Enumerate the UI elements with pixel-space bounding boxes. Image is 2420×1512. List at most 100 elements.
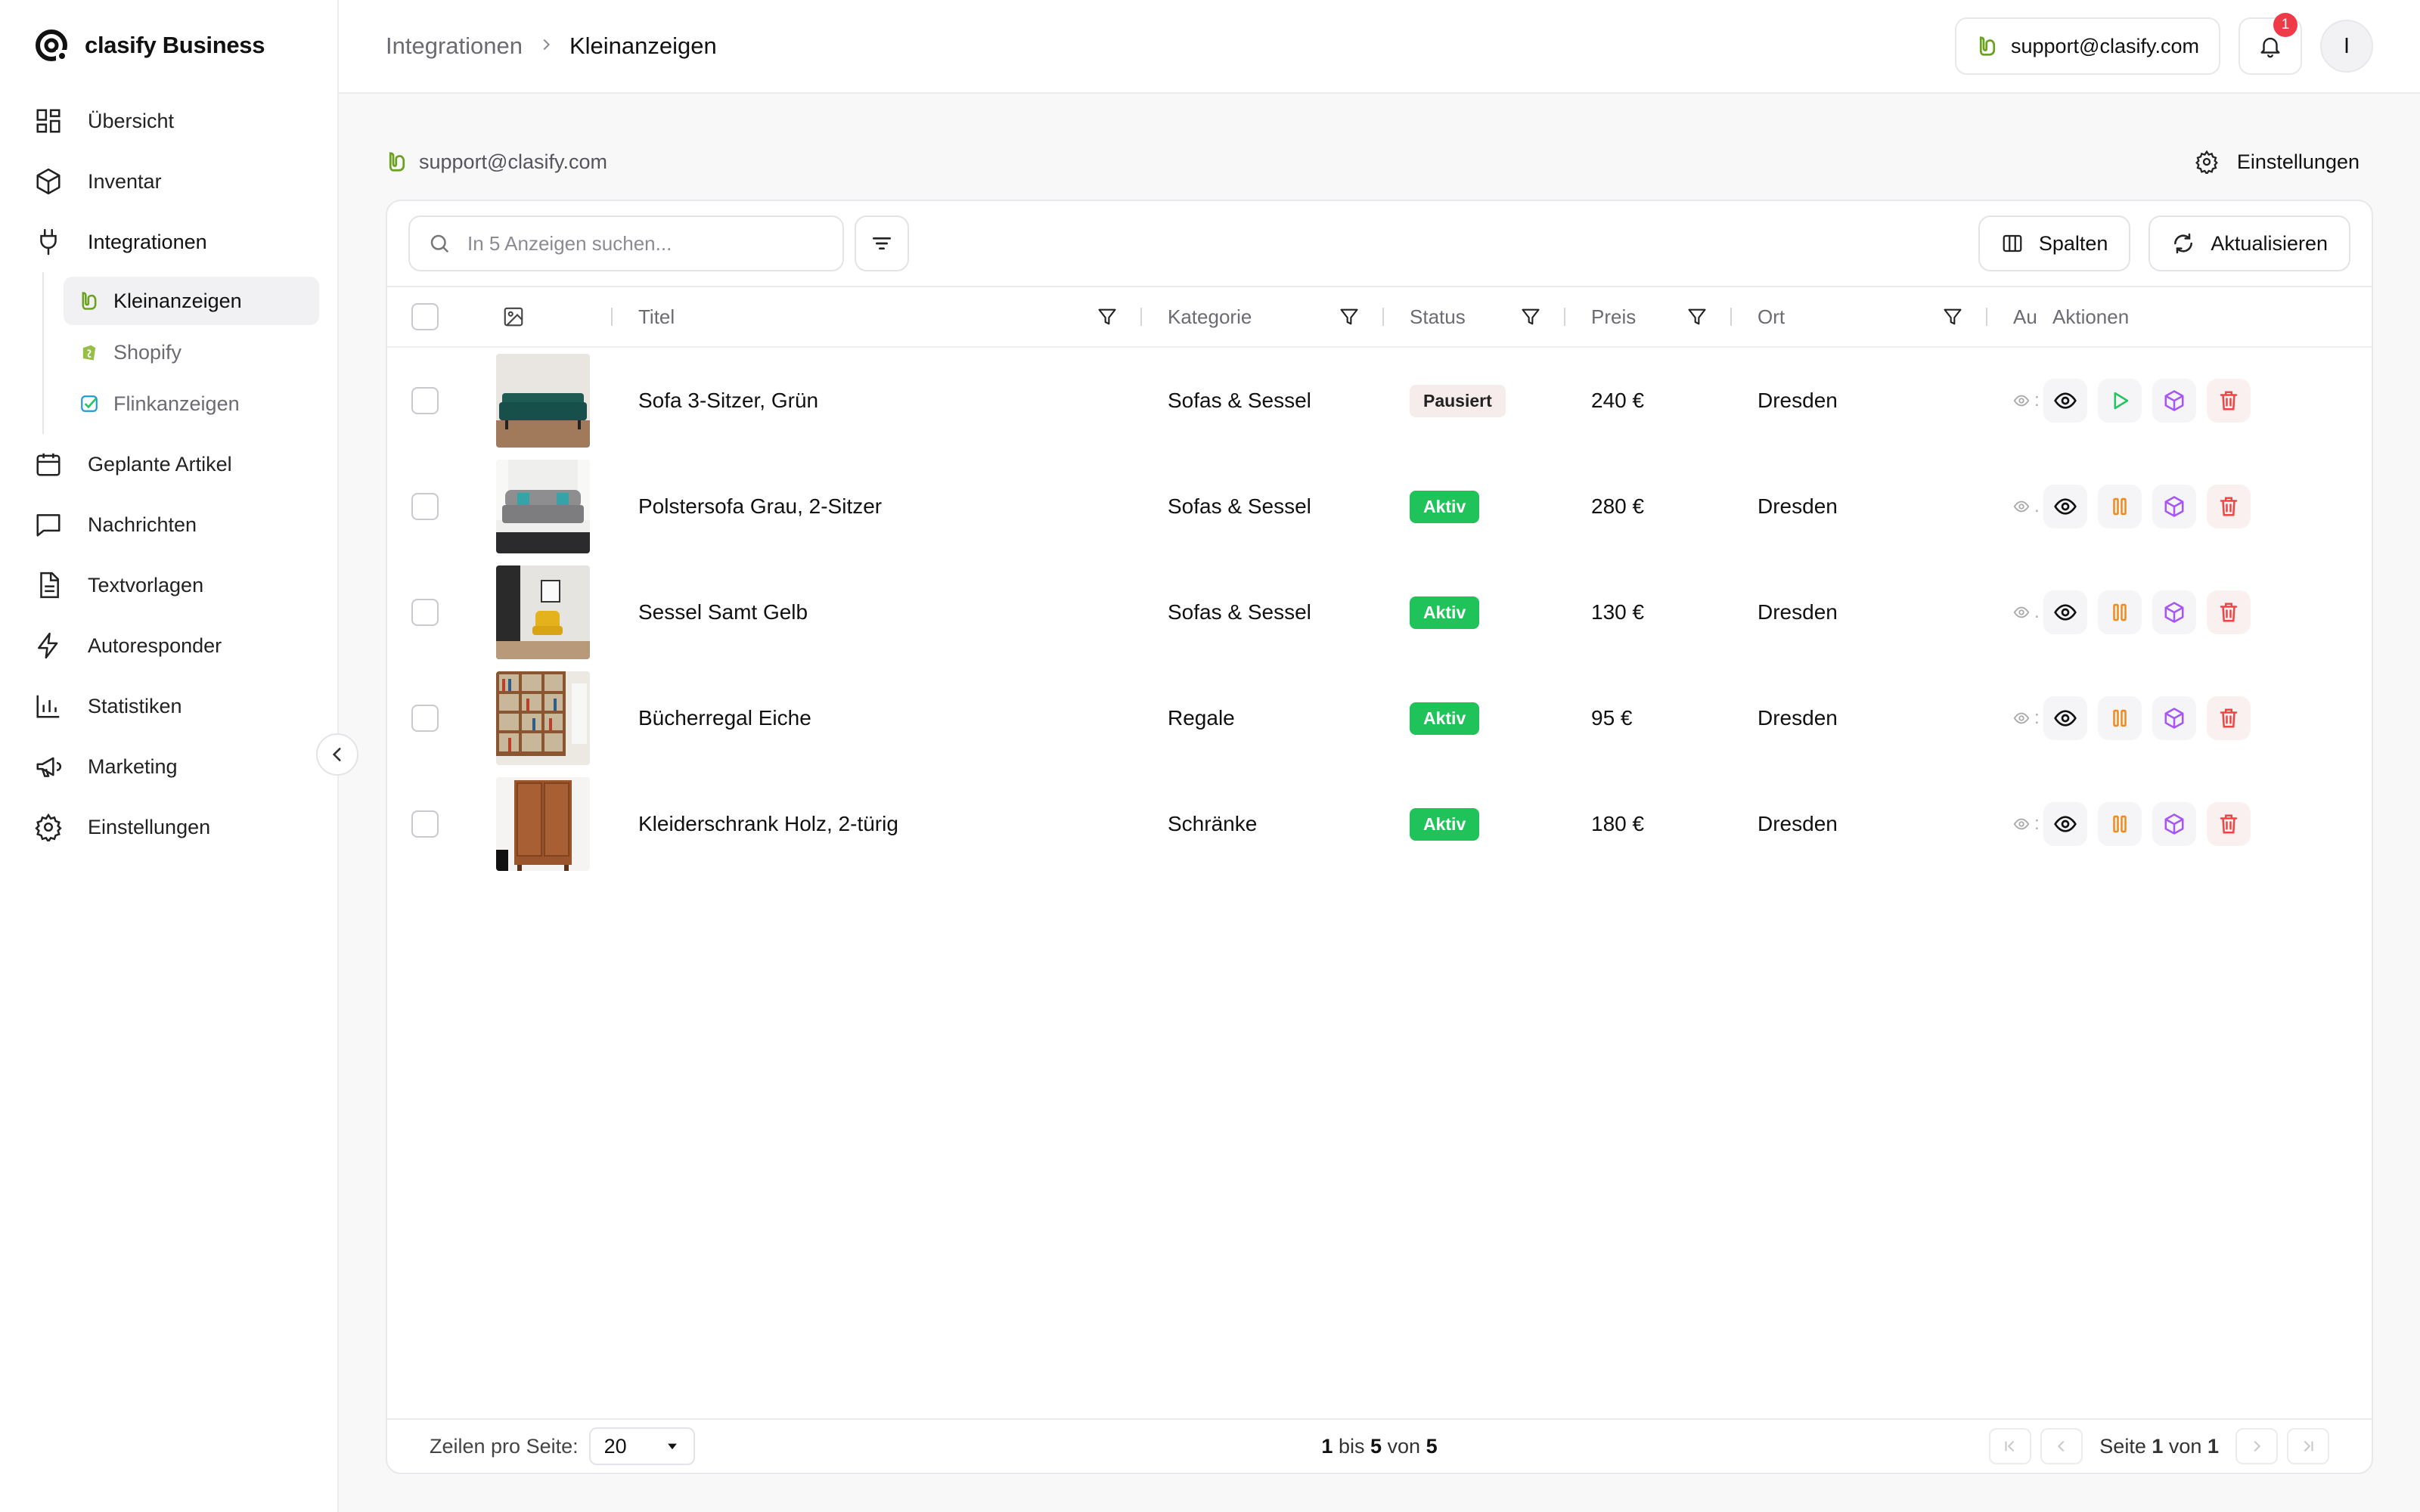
notifications-button[interactable]: 1 [2238, 13, 2302, 75]
next-page-button[interactable] [2235, 1428, 2278, 1464]
filter-icon[interactable] [1686, 306, 1708, 327]
sofa-grey-thumbnail[interactable] [496, 460, 590, 553]
view-button[interactable] [2043, 379, 2087, 423]
view-button[interactable] [2043, 696, 2087, 740]
column-header-category[interactable]: Kategorie [1140, 287, 1382, 347]
range-total: 5 [1426, 1434, 1438, 1458]
row-checkbox[interactable] [411, 387, 439, 414]
column-header-location[interactable]: Ort [1730, 287, 1986, 347]
bookshelf-thumbnail[interactable] [496, 671, 590, 765]
rows-per-page-select[interactable]: 20 [588, 1427, 695, 1465]
select-all-checkbox[interactable] [411, 303, 439, 330]
sidebar-item-textvorlagen[interactable]: Textvorlagen [0, 555, 337, 615]
account-switcher-button[interactable]: support@clasify.com [1955, 17, 2220, 75]
sidebar-item-inventar[interactable]: Inventar [0, 151, 337, 212]
chat-icon [33, 510, 64, 540]
delete-button[interactable] [2207, 590, 2251, 634]
avatar[interactable]: I [2320, 20, 2373, 73]
sidebar-subitem-flinkanzeigen[interactable]: Flinkanzeigen [64, 380, 319, 428]
topbar-actions: support@clasify.com 1 I [1955, 13, 2373, 75]
row-checkbox[interactable] [411, 705, 439, 732]
pause-icon [2113, 815, 2127, 833]
columns-button[interactable]: Spalten [1978, 215, 2131, 271]
package-button[interactable] [2152, 802, 2196, 846]
listings-card: Spalten Aktualisieren [386, 200, 2373, 1474]
package-icon [2164, 708, 2184, 729]
view-button[interactable] [2043, 590, 2087, 634]
refresh-button[interactable]: Aktualisieren [2149, 215, 2350, 271]
package-button[interactable] [2152, 485, 2196, 528]
column-header-au[interactable]: Au [1986, 287, 2043, 347]
refresh-label: Aktualisieren [2211, 231, 2328, 255]
row-image-cell [472, 777, 611, 871]
sidebar-item-nachrichten[interactable]: Nachrichten [0, 494, 337, 555]
gear-icon [33, 812, 64, 842]
delete-button[interactable] [2207, 802, 2251, 846]
first-page-button[interactable] [1989, 1428, 2032, 1464]
package-button[interactable] [2152, 590, 2196, 634]
cell-title[interactable]: Sofa 3-Sitzer, Grün [611, 389, 1140, 413]
cell-price: 240 € [1591, 389, 1645, 412]
view-button[interactable] [2043, 485, 2087, 528]
column-header-title[interactable]: Titel [611, 287, 1140, 347]
range-separator: bis [1338, 1434, 1365, 1458]
breadcrumb-parent[interactable]: Integrationen [386, 33, 523, 60]
cell-location: Dresden [1758, 600, 1838, 624]
column-header-price[interactable]: Preis [1564, 287, 1730, 347]
view-button[interactable] [2043, 802, 2087, 846]
pause-button[interactable] [2098, 802, 2142, 846]
filter-icon[interactable] [1520, 306, 1541, 327]
settings-label: Einstellungen [2236, 150, 2360, 173]
delete-button[interactable] [2207, 379, 2251, 423]
row-checkbox[interactable] [411, 493, 439, 520]
filter-icon[interactable] [1339, 306, 1360, 327]
delete-button[interactable] [2207, 696, 2251, 740]
filter-icon[interactable] [1942, 306, 1963, 327]
column-divider [1986, 308, 1987, 326]
filter-icon[interactable] [1097, 306, 1118, 327]
sidebar-item-geplante-artikel[interactable]: Geplante Artikel [0, 434, 337, 494]
package-button[interactable] [2152, 379, 2196, 423]
range-of: von [1387, 1434, 1421, 1458]
row-checkbox[interactable] [411, 810, 439, 838]
sofa-green-thumbnail[interactable] [496, 354, 590, 448]
pause-button[interactable] [2098, 696, 2142, 740]
settings-button[interactable]: Einstellungen [2195, 150, 2360, 174]
prev-page-button[interactable] [2040, 1428, 2083, 1464]
sidebar-item-einstellungen[interactable]: Einstellungen [0, 797, 337, 857]
table-row[interactable]: Sessel Samt Gelb Sofas & Sessel Aktiv 13… [387, 559, 2372, 665]
table-row[interactable]: Polstersofa Grau, 2-Sitzer Sofas & Sesse… [387, 454, 2372, 559]
delete-button[interactable] [2207, 485, 2251, 528]
sidebar-item-marketing[interactable]: Marketing [0, 736, 337, 797]
eye-small-icon [2013, 395, 2030, 407]
package-icon [2164, 390, 2184, 411]
table-toolbar: Spalten Aktualisieren [387, 201, 2372, 287]
row-checkbox[interactable] [411, 599, 439, 626]
sidebar-item-statistiken[interactable]: Statistiken [0, 676, 337, 736]
sidebar-item-label: Übersicht [88, 109, 175, 132]
table-row[interactable]: Kleiderschrank Holz, 2-türig Schränke Ak… [387, 771, 2372, 877]
cell-title[interactable]: Bücherregal Eiche [611, 706, 1140, 730]
cell-title[interactable]: Kleiderschrank Holz, 2-türig [611, 812, 1140, 836]
sidebar-item-autoresponder[interactable]: Autoresponder [0, 615, 337, 676]
brand[interactable]: clasify Business [0, 0, 337, 91]
package-button[interactable] [2152, 696, 2196, 740]
filter-button[interactable] [855, 215, 909, 271]
sidebar-subitem-shopify[interactable]: Shopify [64, 328, 319, 376]
sidebar-item-uebersicht[interactable]: Übersicht [0, 91, 337, 151]
resume-button[interactable] [2098, 379, 2142, 423]
pause-button[interactable] [2098, 590, 2142, 634]
pause-button[interactable] [2098, 485, 2142, 528]
table-row[interactable]: Sofa 3-Sitzer, Grün Sofas & Sessel Pausi… [387, 348, 2372, 454]
last-page-button[interactable] [2287, 1428, 2329, 1464]
trash-icon [2220, 497, 2238, 516]
search-input[interactable] [467, 231, 815, 256]
table-row[interactable]: Bücherregal Eiche Regale Aktiv 95 € Dres… [387, 665, 2372, 771]
armchair-yellow-thumbnail[interactable] [496, 565, 590, 659]
cell-title[interactable]: Sessel Samt Gelb [611, 600, 1140, 624]
cell-title[interactable]: Polstersofa Grau, 2-Sitzer [611, 494, 1140, 519]
sidebar-subitem-kleinanzeigen[interactable]: Kleinanzeigen [64, 277, 319, 325]
sidebar-item-integrationen[interactable]: Integrationen [0, 212, 337, 272]
column-header-status[interactable]: Status [1382, 287, 1564, 347]
wardrobe-thumbnail[interactable] [496, 777, 590, 871]
